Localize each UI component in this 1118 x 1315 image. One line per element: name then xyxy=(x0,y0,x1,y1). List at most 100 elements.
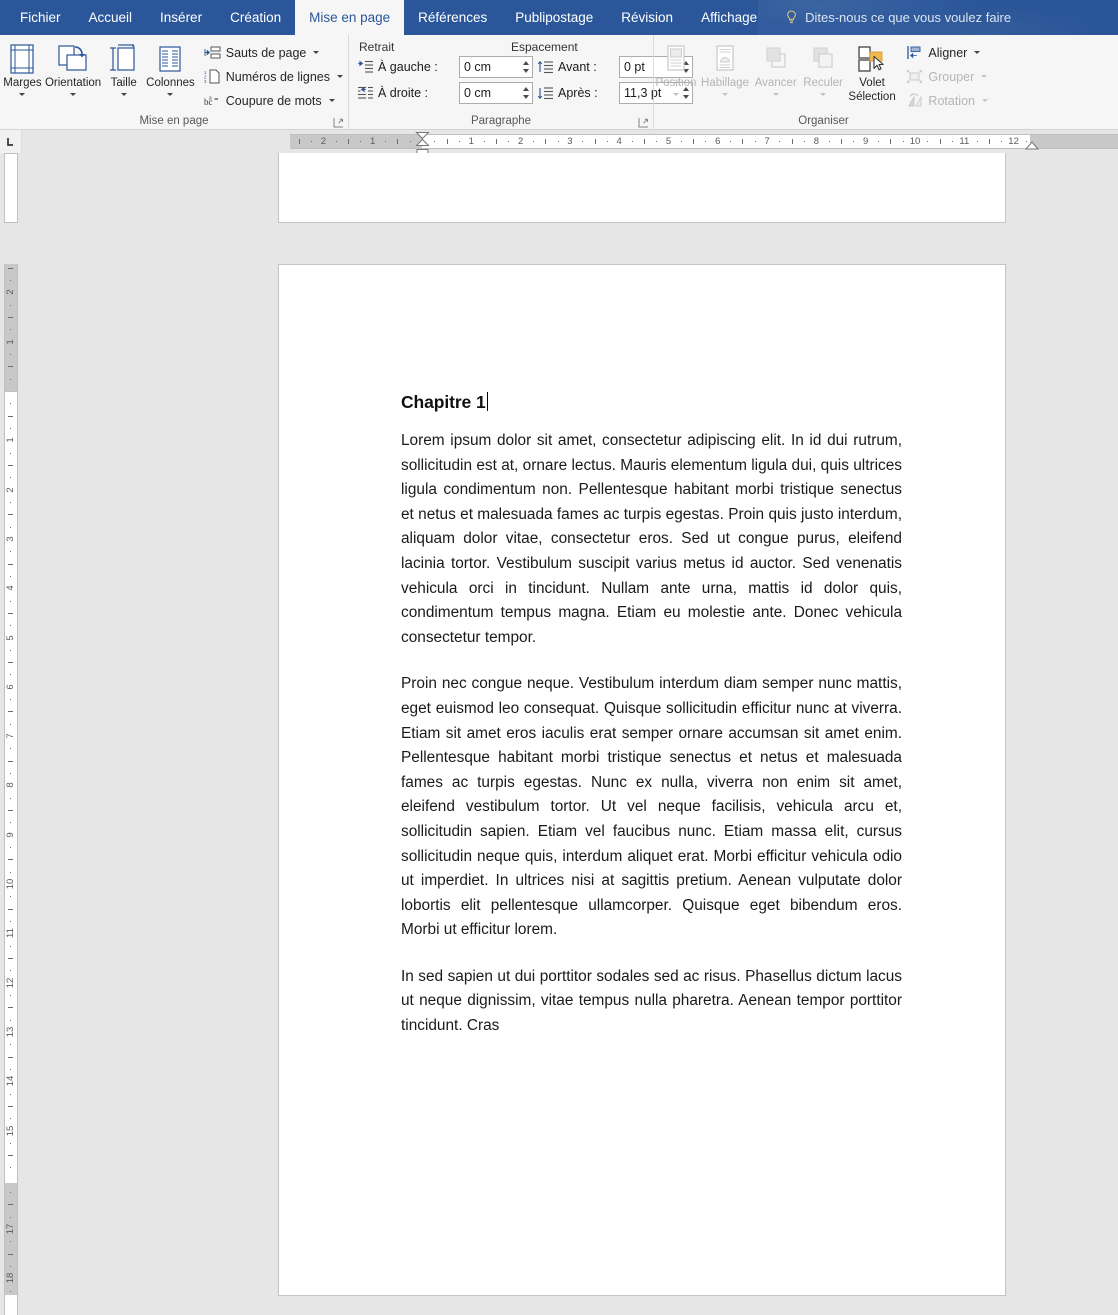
tab-accueil[interactable]: Accueil xyxy=(75,0,147,35)
colonnes-caret-icon[interactable] xyxy=(167,93,174,96)
page-2-text-body[interactable]: Chapitre 1 Lorem ipsum dolor sit amet, c… xyxy=(401,392,902,1039)
line-numbers-icon: 1 2 3 xyxy=(204,68,221,85)
grouper-button[interactable]: Grouper xyxy=(901,65,993,88)
vruler-dot xyxy=(10,1241,11,1243)
avancer-caret-icon[interactable] xyxy=(772,93,779,96)
aligner-button[interactable]: Aligner xyxy=(901,41,993,64)
tell-me-search[interactable]: Dites-nous ce que vous voulez faire xyxy=(771,0,1023,35)
vruler-label-2: 2 xyxy=(5,289,16,296)
habillage-button[interactable]: Habillage xyxy=(698,38,752,96)
page-size-icon xyxy=(109,42,139,76)
marges-caret-icon[interactable] xyxy=(19,93,26,96)
ruler-label-9: 9 xyxy=(863,136,869,147)
ruler-tick xyxy=(446,139,448,144)
vruler-dot xyxy=(10,526,11,528)
vruler-label-11: 11 xyxy=(5,928,16,939)
position-caret-icon[interactable] xyxy=(672,93,679,96)
taille-caret-icon[interactable] xyxy=(120,93,127,96)
vertical-ruler-body-track xyxy=(4,391,18,1315)
ruler-dot xyxy=(458,141,460,142)
retrait-gauche-arrows[interactable] xyxy=(523,57,529,77)
retrait-droite-stepper[interactable] xyxy=(459,82,533,104)
rotation-button[interactable]: Rotation xyxy=(901,89,993,112)
tab-mise-en-page[interactable]: Mise en page xyxy=(295,0,405,35)
numeros-de-lignes-button[interactable]: 1 2 3 Numéros de lignes xyxy=(199,65,348,88)
group-label-paragraphe: Paragraphe xyxy=(470,115,532,127)
ruler-tick xyxy=(939,139,941,144)
vruler-dot xyxy=(10,1068,11,1070)
right-indent-marker[interactable] xyxy=(1025,141,1039,150)
document-paragraph-1[interactable]: Lorem ipsum dolor sit amet, consectetur … xyxy=(401,429,902,650)
paragraphe-dialog-launcher[interactable] xyxy=(638,117,649,128)
volet-selection-button[interactable]: Volet Sélection xyxy=(847,38,898,104)
vruler-dot xyxy=(10,477,11,479)
orientation-button[interactable]: Orientation xyxy=(45,38,101,96)
document-paragraph-2[interactable]: Proin nec congue neque. Vestibulum inter… xyxy=(401,672,902,943)
vruler-dot xyxy=(10,452,11,454)
reculer-label: Reculer xyxy=(803,77,843,89)
aligner-caret-icon[interactable] xyxy=(974,51,981,54)
retrait-gauche-down-icon[interactable] xyxy=(523,69,529,73)
ribbon-tab-bar: Fichier Accueil Insérer Création Mise en… xyxy=(0,0,1118,35)
coupure-de-mots-caret-icon[interactable] xyxy=(328,99,335,102)
colonnes-button[interactable]: Colonnes xyxy=(146,38,195,96)
ruler-tick xyxy=(348,139,350,144)
retrait-droite-up-icon[interactable] xyxy=(523,87,529,91)
rotation-caret-icon[interactable] xyxy=(981,99,988,102)
tab-publipostage[interactable]: Publipostage xyxy=(501,0,607,35)
document-canvas[interactable]: Chapitre 1 Lorem ipsum dolor sit amet, c… xyxy=(22,153,1118,1315)
volet-selection-label-line1: Volet xyxy=(859,77,885,89)
orientation-caret-icon[interactable] xyxy=(70,93,77,96)
group-label-organiser: Organiser xyxy=(798,115,849,127)
orientation-icon xyxy=(57,42,89,76)
reculer-caret-icon[interactable] xyxy=(820,93,827,96)
vertical-ruler[interactable]: 2 1 1 2 3 4 5 6 7 8 9 10 11 12 13 14 15 17 18 xyxy=(0,153,22,1315)
tab-affichage[interactable]: Affichage xyxy=(687,0,771,35)
coupure-de-mots-button[interactable]: bc a Coupure de mots xyxy=(199,89,348,112)
retrait-gauche-stepper[interactable] xyxy=(459,56,533,78)
sauts-de-page-button[interactable]: Sauts de page xyxy=(199,41,348,64)
vertical-ruler-top-margin xyxy=(4,264,18,391)
retrait-fields: À gauche : 0 cm À droite: 0 cm xyxy=(357,56,533,104)
vruler-dot xyxy=(10,822,11,824)
tab-creation[interactable]: Création xyxy=(216,0,295,35)
tab-fichier[interactable]: Fichier xyxy=(6,0,75,35)
ruler-tick xyxy=(693,139,695,144)
vruler-dot xyxy=(10,1019,11,1021)
ruler-row: 2 1 1 2 3 4 5 6 7 8 9 10 11 12 xyxy=(0,130,1118,158)
ruler-dot xyxy=(804,141,806,142)
retrait-droite-down-icon[interactable] xyxy=(523,95,529,99)
ruler-label-1: 1 xyxy=(370,136,376,147)
tab-revision[interactable]: Révision xyxy=(607,0,687,35)
ruler-dot xyxy=(385,141,387,142)
vruler-dot xyxy=(10,354,11,356)
page-2[interactable]: Chapitre 1 Lorem ipsum dolor sit amet, c… xyxy=(278,264,1006,1296)
habillage-caret-icon[interactable] xyxy=(722,93,728,96)
marges-button[interactable]: Marges xyxy=(0,38,45,96)
grouper-caret-icon[interactable] xyxy=(981,75,988,78)
vruler-dot xyxy=(10,1167,11,1169)
taille-button[interactable]: Taille xyxy=(101,38,146,96)
reculer-button[interactable]: Reculer xyxy=(799,38,846,96)
document-heading[interactable]: Chapitre 1 xyxy=(401,392,488,413)
sauts-de-page-caret-icon[interactable] xyxy=(313,51,320,54)
retrait-gauche-input[interactable] xyxy=(460,58,516,76)
text-cursor xyxy=(486,392,488,411)
vruler-dot xyxy=(10,649,11,651)
avancer-button[interactable]: Avancer xyxy=(752,38,799,96)
mise-en-page-dialog-launcher[interactable] xyxy=(333,117,344,128)
tab-stop-selector[interactable] xyxy=(0,130,22,153)
retrait-droite-arrows[interactable] xyxy=(523,83,529,103)
tab-references[interactable]: Références xyxy=(404,0,501,35)
retrait-droite-input[interactable] xyxy=(460,84,516,102)
horizontal-ruler[interactable]: 2 1 1 2 3 4 5 6 7 8 9 10 11 12 xyxy=(22,130,1118,158)
vruler-tick xyxy=(8,859,13,861)
document-paragraph-3[interactable]: In sed sapien ut dui porttitor sodales s… xyxy=(401,965,902,1039)
numeros-de-lignes-caret-icon[interactable] xyxy=(336,75,343,78)
position-button[interactable]: Position xyxy=(654,38,698,96)
tab-inserer[interactable]: Insérer xyxy=(146,0,216,35)
vruler-tick xyxy=(8,1253,13,1255)
vruler-dot xyxy=(10,551,11,553)
retrait-gauche-up-icon[interactable] xyxy=(523,61,529,65)
page-1[interactable] xyxy=(278,153,1006,223)
